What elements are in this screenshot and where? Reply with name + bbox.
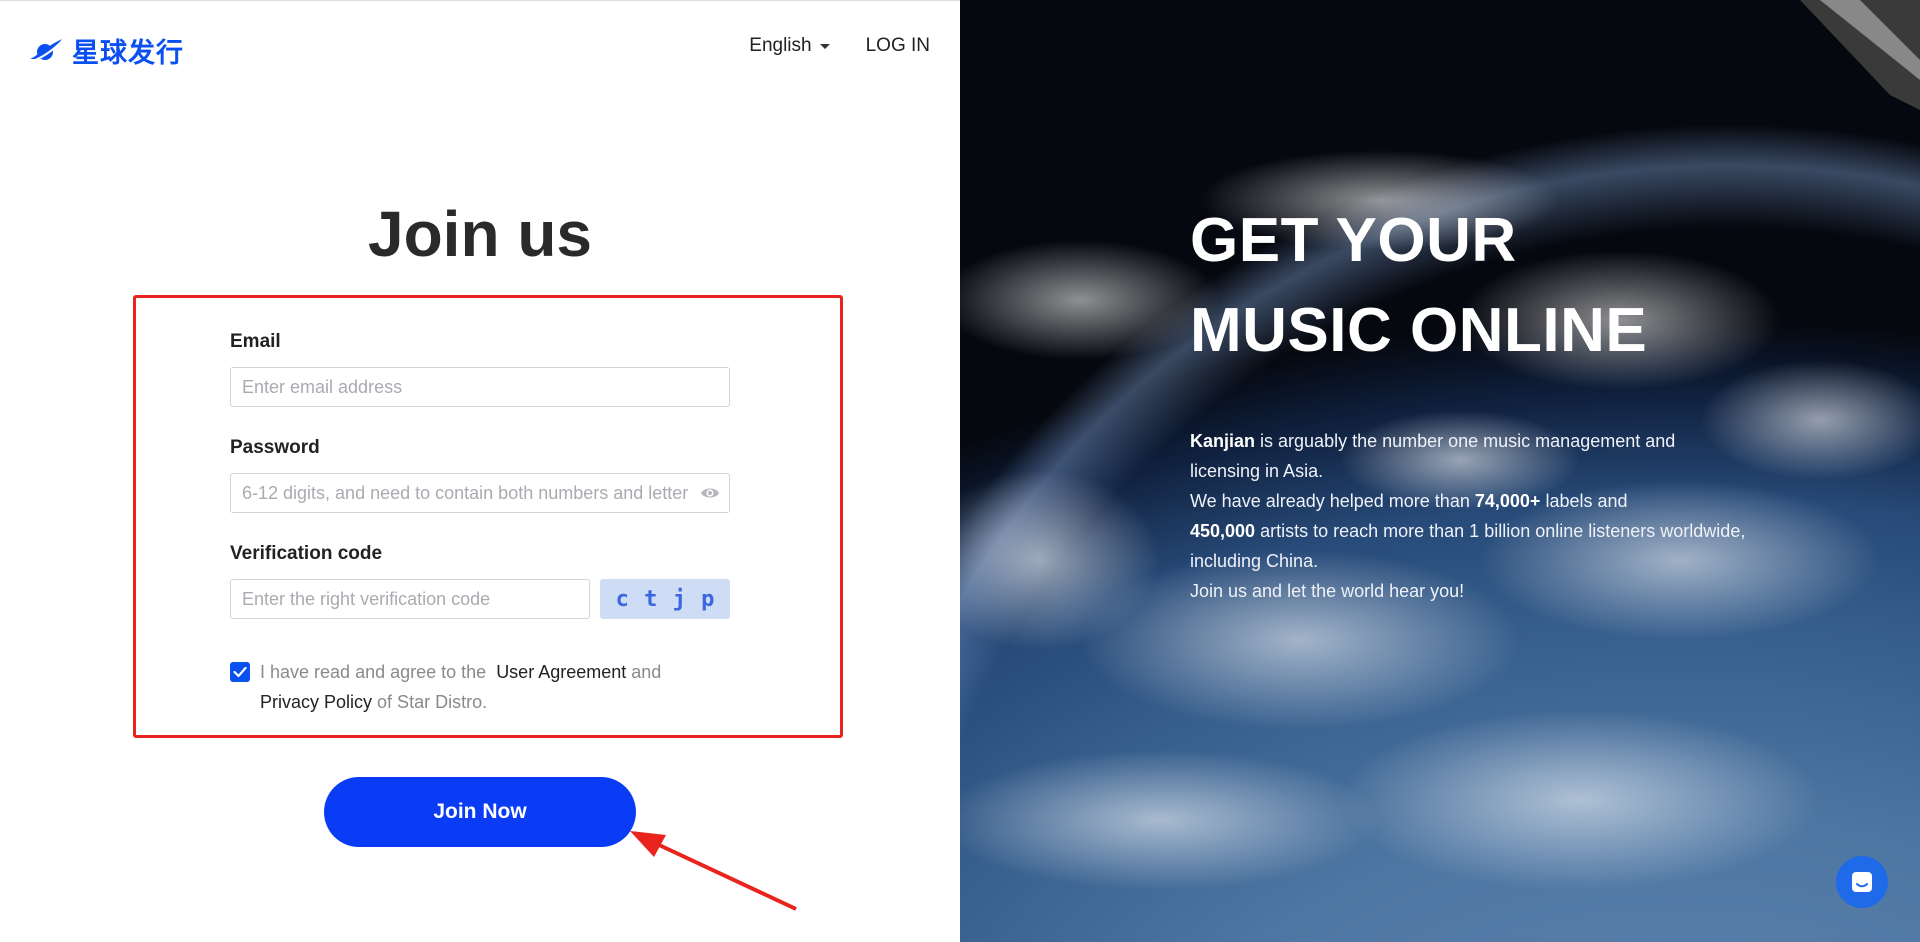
- desc-line-3: Join us and let the world hear you!: [1190, 581, 1465, 601]
- agree-checkbox[interactable]: [230, 662, 250, 682]
- headline-line-2: MUSIC ONLINE: [1190, 296, 1648, 365]
- password-group: Password: [230, 437, 730, 513]
- verification-label: Verification code: [230, 543, 383, 564]
- hero-content: GET YOUR MUSIC ONLINE Kanjian is arguabl…: [1190, 196, 1750, 606]
- logo-text: 星球发行: [72, 38, 184, 69]
- artists-count: 450,000: [1190, 521, 1256, 541]
- captcha-char: c: [615, 586, 629, 612]
- language-label: English: [749, 35, 812, 56]
- language-dropdown[interactable]: English: [749, 35, 830, 57]
- verification-group: Verification code c t j p: [230, 543, 730, 619]
- eye-icon[interactable]: [700, 484, 720, 502]
- brand-name: Kanjian: [1190, 431, 1256, 451]
- privacy-policy-link[interactable]: Privacy Policy: [260, 692, 372, 712]
- desc-line-2-start: We have already helped more than: [1190, 491, 1470, 511]
- chat-icon: [1852, 872, 1872, 892]
- hero-headline: GET YOUR MUSIC ONLINE: [1190, 196, 1750, 376]
- checkmark-icon: [233, 666, 247, 678]
- email-label: Email: [230, 331, 281, 352]
- password-wrapper: [230, 473, 730, 513]
- logo[interactable]: 星球发行: [28, 31, 184, 70]
- desc-line-2-mid: labels and: [1545, 491, 1628, 511]
- agree-text-1: I have read and agree to the: [260, 662, 487, 682]
- chat-button[interactable]: [1836, 856, 1888, 908]
- login-link[interactable]: LOG IN: [866, 35, 930, 57]
- join-now-button[interactable]: Join Now: [324, 777, 636, 847]
- captcha-char: p: [701, 586, 715, 612]
- labels-count: 74,000+: [1474, 491, 1541, 511]
- logo-icon: [30, 38, 62, 62]
- chevron-down-icon: [819, 43, 830, 49]
- desc-line-2-end: artists to reach more than 1 billion onl…: [1190, 521, 1746, 571]
- desc-line-1: is arguably the number one music managem…: [1190, 431, 1676, 481]
- signup-panel: 星球发行 English LOG IN Join us Email Passwo…: [0, 0, 960, 942]
- email-field[interactable]: [230, 367, 730, 407]
- agreement-text: I have read and agree to the User Agreem…: [260, 657, 661, 717]
- agree-text-2: of Star Distro.: [377, 692, 488, 712]
- headline-line-1: GET YOUR: [1190, 206, 1517, 275]
- captcha-image[interactable]: c t j p: [600, 579, 730, 619]
- agree-and: and: [631, 662, 662, 682]
- verification-row: c t j p: [230, 579, 730, 619]
- top-nav: English LOG IN: [749, 35, 930, 57]
- captcha-char: t: [644, 586, 658, 612]
- signup-form: Email Password Verification code c t: [230, 331, 730, 717]
- agreement-row: I have read and agree to the User Agreem…: [230, 657, 730, 717]
- password-field[interactable]: [230, 473, 730, 513]
- annotation-arrow-icon: [630, 831, 797, 911]
- hero-description: Kanjian is arguably the number one music…: [1190, 426, 1750, 606]
- verification-code-field[interactable]: [230, 579, 590, 619]
- page-title: Join us: [367, 198, 593, 270]
- captcha-char: j: [672, 586, 686, 612]
- user-agreement-link[interactable]: User Agreement: [496, 662, 626, 682]
- email-group: Email: [230, 331, 730, 407]
- password-label: Password: [230, 437, 320, 458]
- hero-panel: GET YOUR MUSIC ONLINE Kanjian is arguabl…: [960, 0, 1920, 942]
